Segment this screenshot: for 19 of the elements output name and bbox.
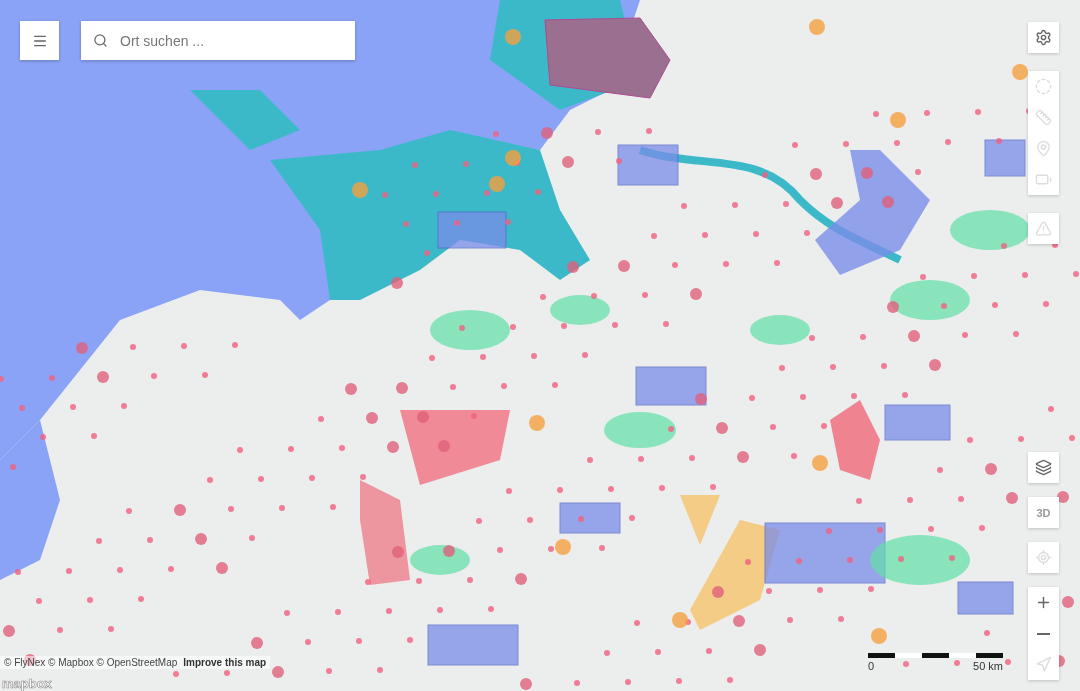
mapbox-logo[interactable]: mapbox — [2, 676, 52, 691]
search-icon — [93, 33, 108, 48]
locate-icon — [1035, 549, 1052, 566]
improve-map-link[interactable]: Improve this map — [183, 657, 267, 668]
circle-tool-icon — [1035, 78, 1052, 95]
pin-tool-icon — [1035, 140, 1052, 157]
scale-label: 0 — [868, 660, 875, 672]
scale-label: 50 km — [973, 660, 1003, 672]
compass-icon — [1035, 656, 1052, 673]
layers-icon — [1035, 459, 1052, 476]
minus-icon — [1037, 632, 1050, 635]
ruler-tool-icon — [1035, 109, 1052, 126]
map-drawing[interactable] — [0, 0, 1080, 691]
warning-icon — [1035, 220, 1052, 237]
search-bar[interactable]: Ort suchen ... — [81, 21, 355, 60]
settings-icon — [1035, 29, 1052, 46]
zoom-in-icon — [1035, 594, 1052, 611]
attribution-text: © FlyNex © Mapbox © OpenStreetMap — [4, 657, 178, 668]
menu-button[interactable] — [20, 21, 59, 60]
